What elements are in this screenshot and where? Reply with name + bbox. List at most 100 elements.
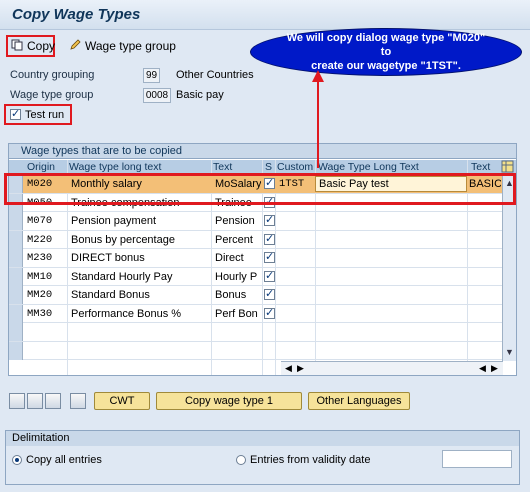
table-row[interactable]: M220 Bonus by percentage Percent — [9, 230, 516, 249]
from-validity-option[interactable]: Entries from validity date — [236, 454, 370, 466]
bottom-toolbar: CWT Copy wage type 1 Other Languages — [0, 390, 530, 414]
row-selector[interactable] — [9, 249, 23, 267]
col-header-custom[interactable]: Custom — [277, 160, 315, 174]
cell-origin — [27, 323, 67, 341]
cell-custom-text[interactable] — [469, 212, 501, 230]
copy-wage-type-button[interactable]: Copy wage type 1 — [156, 392, 302, 410]
cwt-button-label: CWT — [109, 395, 135, 407]
row-checkbox[interactable] — [264, 306, 275, 319]
row-selector[interactable] — [9, 267, 23, 286]
table-row[interactable]: M230 DIRECT bonus Direct — [9, 249, 516, 268]
row-selector[interactable] — [9, 212, 23, 230]
col-header-custom-long-text[interactable]: Wage Type Long Text — [318, 160, 468, 174]
cell-custom-text[interactable] — [469, 323, 501, 341]
table-row[interactable]: MM10 Standard Hourly Pay Hourly P — [9, 267, 516, 286]
cell-custom-text[interactable] — [469, 305, 501, 323]
cell-origin: M070 — [27, 215, 53, 227]
table-row[interactable]: M070 Pension payment Pension — [9, 212, 516, 231]
cell-custom[interactable] — [279, 268, 313, 286]
table-row[interactable]: MM30 Performance Bonus % Perf Bon — [9, 304, 516, 323]
cell-long-text: Pension payment — [71, 215, 156, 227]
cell-custom-text[interactable] — [469, 286, 501, 304]
col-header-text[interactable]: Text — [213, 160, 263, 174]
pencil-icon — [69, 38, 81, 54]
cell-custom-long-text[interactable] — [319, 231, 465, 249]
cell-custom-long-text[interactable] — [319, 323, 465, 341]
cell-long-text — [71, 342, 209, 360]
wage-type-group-text: Basic pay — [176, 89, 224, 101]
cell-custom[interactable] — [279, 323, 313, 341]
row-selector[interactable] — [9, 304, 23, 323]
cell-custom-long-text[interactable] — [319, 212, 465, 230]
copy-icon — [11, 39, 23, 54]
row-checkbox[interactable] — [264, 250, 275, 263]
deselect-all-icon[interactable] — [45, 393, 61, 409]
table-panel-title: Wage types that are to be copied — [9, 144, 516, 159]
cell-custom-long-text[interactable] — [319, 268, 465, 286]
table-horizontal-scrollbar[interactable]: ◀ ▶ ◀ ▶ — [281, 361, 503, 375]
copy-button[interactable]: Copy — [6, 35, 55, 57]
cell-custom[interactable] — [279, 286, 313, 304]
scroll-right-end-icon[interactable]: ▶ — [491, 363, 498, 374]
select-block-icon[interactable] — [27, 393, 43, 409]
cell-text: Pension — [215, 215, 255, 227]
validity-date-input[interactable] — [442, 450, 512, 468]
cell-custom[interactable] — [279, 342, 313, 360]
wage-type-group-button[interactable]: Wage type group — [66, 35, 179, 57]
select-all-icon[interactable] — [9, 393, 25, 409]
wage-type-group-field[interactable]: 0008 — [143, 88, 171, 103]
test-run-label: Test run — [25, 108, 65, 121]
col-header-origin[interactable]: Origin — [27, 160, 67, 174]
cell-custom[interactable] — [279, 305, 313, 323]
col-header-custom-text[interactable]: Text — [471, 160, 499, 174]
other-languages-button[interactable]: Other Languages — [308, 392, 410, 410]
details-icon[interactable] — [70, 393, 86, 409]
row-checkbox[interactable] — [264, 287, 275, 300]
test-run-checkbox[interactable] — [10, 107, 21, 120]
cell-custom-long-text[interactable] — [319, 286, 465, 304]
row-selector[interactable] — [9, 323, 23, 341]
cell-text: Perf Bon — [215, 307, 258, 320]
table-row[interactable] — [9, 323, 516, 342]
test-run-toggle[interactable]: Test run — [4, 104, 72, 125]
from-validity-radio[interactable] — [236, 455, 246, 465]
copy-button-label: Copy — [27, 39, 56, 53]
highlight-row-annotation — [4, 173, 516, 205]
country-grouping-field[interactable]: 99 — [143, 68, 160, 83]
window-title: Copy Wage Types — [12, 6, 141, 23]
cell-origin — [27, 342, 67, 360]
cell-custom[interactable] — [279, 212, 313, 230]
table-settings-icon[interactable] — [501, 160, 514, 173]
row-selector[interactable] — [9, 286, 23, 304]
copy-all-entries-radio[interactable] — [12, 455, 22, 465]
row-checkbox[interactable] — [264, 269, 275, 282]
cell-custom-long-text[interactable] — [319, 305, 465, 323]
title-bar: Copy Wage Types — [0, 0, 530, 30]
col-header-wage-type-long-text[interactable]: Wage type long text — [69, 160, 209, 174]
col-header-s[interactable]: S — [265, 160, 275, 174]
row-checkbox[interactable] — [264, 232, 275, 245]
scroll-right-icon[interactable]: ▶ — [297, 363, 304, 374]
cell-custom-text[interactable] — [469, 268, 501, 286]
cell-custom-long-text[interactable] — [319, 249, 465, 267]
row-selector[interactable] — [9, 230, 23, 249]
cell-custom-long-text[interactable] — [319, 342, 465, 360]
table-row[interactable]: MM20 Standard Bonus Bonus — [9, 286, 516, 305]
copy-all-entries-option[interactable]: Copy all entries — [12, 454, 102, 466]
table-row[interactable] — [9, 341, 516, 360]
scroll-left-icon[interactable]: ◀ — [285, 363, 292, 374]
cell-origin: MM20 — [27, 289, 53, 301]
row-selector[interactable] — [9, 341, 23, 360]
row-checkbox[interactable] — [264, 213, 275, 226]
cell-custom-text[interactable] — [469, 342, 501, 360]
country-grouping-label: Country grouping — [10, 69, 95, 81]
cell-custom-text[interactable] — [469, 249, 501, 267]
cwt-button[interactable]: CWT — [94, 392, 150, 410]
cell-custom-text[interactable] — [469, 231, 501, 249]
cell-custom[interactable] — [279, 231, 313, 249]
scroll-down-icon[interactable]: ▼ — [503, 346, 516, 359]
scroll-left-end-icon[interactable]: ◀ — [479, 363, 486, 374]
cell-custom[interactable] — [279, 249, 313, 267]
annotation-callout: We will copy dialog wage type "M020" to … — [250, 28, 522, 76]
cell-text: Bonus — [215, 289, 247, 301]
